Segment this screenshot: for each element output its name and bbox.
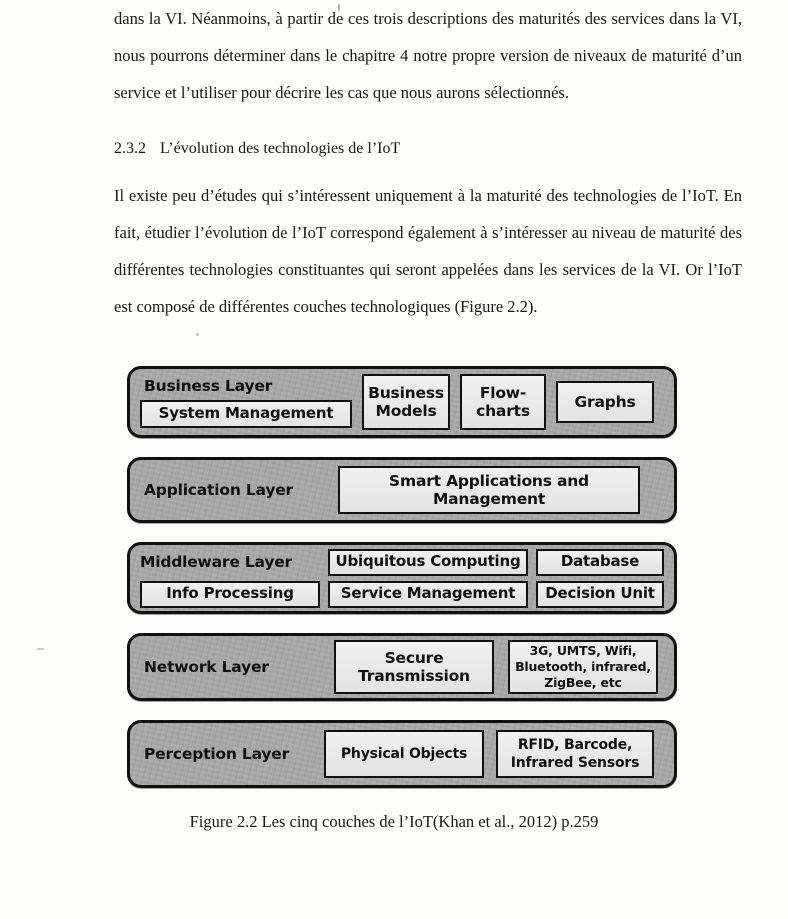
layer-row-network: Network Layer Secure Transmission 3G, UM… xyxy=(127,633,677,701)
paragraph-1-text: dans la VI. Néanmoins, à partir de ces t… xyxy=(114,9,742,102)
cell-smart-applications-label: Smart Applications and Management xyxy=(389,472,589,509)
cell-flowcharts-line1: Flow- xyxy=(479,383,527,402)
paragraph-2-text: Il existe peu d’études qui s’intéressent… xyxy=(114,186,742,316)
scan-speck xyxy=(338,4,340,11)
cell-secure-transmission-line2: Transmission xyxy=(358,667,470,685)
cell-perception-technologies-line1: RFID, Barcode, xyxy=(517,736,633,753)
cell-smart-applications-line1: Smart Applications and xyxy=(389,471,589,490)
cell-decision-unit: Decision Unit xyxy=(536,580,664,608)
layer-row-business: Business Layer System Management Busines… xyxy=(127,366,677,438)
section-heading-text: L’évolution des technologies de l’IoT xyxy=(160,140,401,157)
cell-perception-technologies: RFID, Barcode, Infrared Sensors xyxy=(496,730,654,778)
business-layer-left-column: Business Layer System Management xyxy=(140,369,352,435)
cell-network-technologies: 3G, UMTS, Wifi, Bluetooth, infrared, Zig… xyxy=(508,640,658,694)
cell-business-models-line1: Business xyxy=(368,383,444,402)
business-layer-boxes: Business Models Flow- charts Graphs xyxy=(362,374,654,430)
cell-database: Database xyxy=(536,548,664,576)
document-page: dans la VI. Néanmoins, à partir de ces t… xyxy=(0,0,788,919)
cell-system-management: System Management xyxy=(140,399,352,428)
middleware-grid: Middleware Layer Ubiquitous Computing Da… xyxy=(140,548,664,608)
cell-secure-transmission-line1: Secure xyxy=(384,648,444,667)
figure-iot-layers: Business Layer System Management Busines… xyxy=(127,366,677,788)
section-heading-2-3-2: 2.3.2 L’évolution des technologies de l’I… xyxy=(114,140,742,158)
layer-title-perception: Perception Layer xyxy=(144,745,290,763)
cell-decision-unit-label: Decision Unit xyxy=(545,584,655,603)
cell-network-technologies-line1: 3G, UMTS, Wifi, xyxy=(529,642,637,658)
cell-business-models-label: Business Models xyxy=(368,384,444,421)
layer-title-network: Network Layer xyxy=(144,658,269,676)
cell-flowcharts-line2: charts xyxy=(476,402,530,420)
cell-network-technologies-line3: ZigBee, etc xyxy=(544,675,622,691)
cell-flowcharts: Flow- charts xyxy=(460,374,546,430)
cell-business-models-line2: Models xyxy=(375,402,437,420)
middleware-bottom-line: Info Processing Service Management Decis… xyxy=(140,580,664,608)
middleware-top-line: Middleware Layer Ubiquitous Computing Da… xyxy=(140,548,664,576)
scan-speck xyxy=(196,333,199,336)
cell-perception-technologies-label: RFID, Barcode, Infrared Sensors xyxy=(510,736,640,772)
cell-system-management-label: System Management xyxy=(158,403,334,422)
figure-caption: Figure 2.2 Les cinq couches de l’IoT(Kha… xyxy=(189,812,599,831)
layer-title-business: Business Layer xyxy=(144,376,273,395)
cell-secure-transmission-label: Secure Transmission xyxy=(358,649,470,686)
layer-title-middleware: Middleware Layer xyxy=(140,553,293,571)
cell-smart-applications-line2: Management xyxy=(432,490,546,508)
cell-physical-objects-label: Physical Objects xyxy=(340,745,468,762)
paragraph-1: dans la VI. Néanmoins, à partir de ces t… xyxy=(114,0,742,111)
cell-service-management-label: Service Management xyxy=(340,584,516,603)
scan-speck xyxy=(37,648,44,650)
middleware-title-slot: Middleware Layer xyxy=(140,553,320,571)
cell-database-label: Database xyxy=(560,552,640,571)
cell-service-management: Service Management xyxy=(328,580,528,608)
cell-ubiquitous-computing-label: Ubiquitous Computing xyxy=(335,552,521,571)
cell-network-technologies-line2: Bluetooth, infrared, xyxy=(515,658,651,674)
cell-flowcharts-label: Flow- charts xyxy=(476,384,530,421)
cell-smart-applications-and-management: Smart Applications and Management xyxy=(338,466,640,514)
cell-business-models: Business Models xyxy=(362,374,450,430)
cell-graphs: Graphs xyxy=(556,381,654,423)
cell-info-processing: Info Processing xyxy=(140,580,320,608)
cell-perception-technologies-line2: Infrared Sensors xyxy=(510,755,640,771)
layer-row-middleware: Middleware Layer Ubiquitous Computing Da… xyxy=(127,542,677,614)
section-heading-number: 2.3.2 xyxy=(114,140,146,157)
paragraph-2: Il existe peu d’études qui s’intéressent… xyxy=(114,177,742,325)
layer-row-perception: Perception Layer Physical Objects RFID, … xyxy=(127,720,677,788)
cell-secure-transmission: Secure Transmission xyxy=(334,640,494,694)
layer-title-application: Application Layer xyxy=(144,481,293,499)
cell-network-technologies-label: 3G, UMTS, Wifi, Bluetooth, infrared, Zig… xyxy=(515,643,651,692)
cell-graphs-label: Graphs xyxy=(574,392,636,411)
cell-info-processing-label: Info Processing xyxy=(166,584,294,603)
cell-ubiquitous-computing: Ubiquitous Computing xyxy=(328,548,528,576)
cell-physical-objects: Physical Objects xyxy=(324,730,484,778)
layer-row-application: Application Layer Smart Applications and… xyxy=(127,457,677,523)
